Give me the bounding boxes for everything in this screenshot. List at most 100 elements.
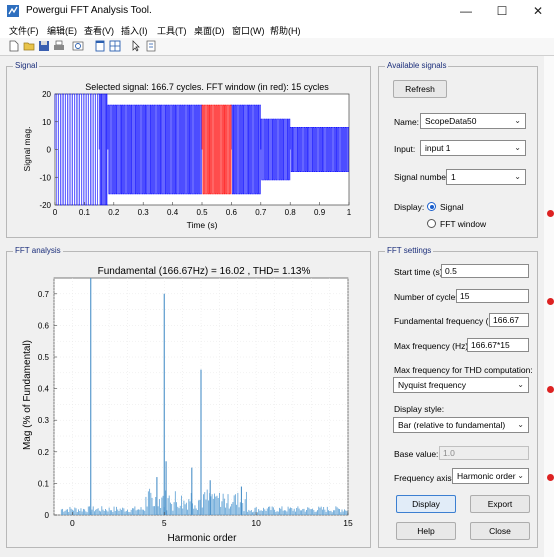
display-label: Display: bbox=[394, 202, 425, 212]
input-label: Input: bbox=[394, 144, 416, 154]
signal-panel: Signal Selected signal: 166.7 cycles. FF… bbox=[6, 61, 371, 238]
signal-plot: Selected signal: 166.7 cycles. FFT windo… bbox=[22, 82, 352, 230]
name-select[interactable]: ScopeData50 ⌄ bbox=[420, 113, 526, 129]
insert-legend-icon[interactable] bbox=[145, 40, 157, 52]
new-file-icon[interactable] bbox=[8, 40, 20, 52]
cycles-label: Number of cycles: bbox=[394, 292, 463, 302]
chevron-down-icon: ⌄ bbox=[514, 172, 521, 181]
title-bar: Powergui FFT Analysis Tool. — ☐ ✕ bbox=[0, 0, 554, 22]
thd-select[interactable]: Nyquist frequency ⌄ bbox=[393, 377, 529, 393]
pointer-icon[interactable] bbox=[130, 40, 142, 52]
help-button[interactable]: Help bbox=[396, 522, 456, 540]
fft-ytick-label: 0.2 bbox=[38, 448, 50, 457]
minimize-icon[interactable]: — bbox=[454, 3, 478, 19]
signal-xtick-label: 0.4 bbox=[167, 208, 179, 217]
display-style-select[interactable]: Bar (relative to fundamental) ⌄ bbox=[393, 417, 529, 433]
fft-ytick-label: 0.4 bbox=[38, 385, 50, 394]
signal-xtick-label: 0.1 bbox=[79, 208, 91, 217]
freq-axis-label: Frequency axis: bbox=[394, 473, 454, 483]
menu-edit[interactable]: 编辑(E) bbox=[47, 24, 77, 37]
dock-icon[interactable] bbox=[94, 40, 106, 52]
freq-axis-select[interactable]: Harmonic order ⌄ bbox=[452, 468, 529, 484]
cycles-input[interactable]: 15 bbox=[456, 289, 529, 303]
signal-xtick-label: 0.8 bbox=[285, 208, 297, 217]
signal-ytick-label: -10 bbox=[39, 173, 51, 182]
available-signals-title: Available signals bbox=[385, 61, 449, 70]
signal-ytick-label: 0 bbox=[47, 146, 52, 155]
signal-ytick-label: 10 bbox=[42, 118, 51, 127]
available-signals-panel: Available signals Refresh Name: ScopeDat… bbox=[378, 61, 538, 238]
background-window-edge bbox=[544, 56, 554, 557]
menu-help[interactable]: 帮助(H) bbox=[270, 24, 301, 37]
signal-plot-title: Selected signal: 166.7 cycles. FFT windo… bbox=[85, 82, 329, 92]
matlab-app-icon bbox=[7, 5, 19, 17]
signal-xtick-label: 0.2 bbox=[108, 208, 120, 217]
menu-view[interactable]: 查看(V) bbox=[84, 24, 114, 37]
input-select[interactable]: input 1 ⌄ bbox=[420, 140, 526, 156]
display-signal-radio[interactable] bbox=[427, 202, 436, 211]
menu-desktop[interactable]: 桌面(D) bbox=[194, 24, 225, 37]
fft-xlabel: Harmonic order bbox=[168, 533, 238, 544]
red-marker bbox=[547, 386, 554, 393]
name-label: Name: bbox=[394, 117, 420, 127]
signal-number-select[interactable]: 1 ⌄ bbox=[446, 169, 526, 185]
base-value-input: 1.0 bbox=[439, 446, 529, 460]
fft-xtick-label: 0 bbox=[70, 518, 75, 528]
signal-ytick-label: -20 bbox=[39, 201, 51, 210]
menu-window[interactable]: 窗口(W) bbox=[232, 24, 265, 37]
chevron-down-icon: ⌄ bbox=[517, 471, 524, 480]
save-icon[interactable] bbox=[38, 40, 50, 52]
red-marker bbox=[547, 210, 554, 217]
red-marker bbox=[547, 474, 554, 481]
fft-plot: Fundamental (166.67Hz) = 16.02 , THD= 1.… bbox=[22, 266, 353, 544]
signal-xtick-label: 0 bbox=[53, 208, 58, 217]
fund-freq-input[interactable]: 166.67 bbox=[489, 313, 529, 327]
signal-xtick-label: 0.5 bbox=[196, 208, 208, 217]
signal-series-blue bbox=[231, 104, 261, 195]
print-icon[interactable] bbox=[53, 40, 65, 52]
refresh-button[interactable]: Refresh bbox=[393, 80, 447, 98]
fft-ytick-label: 0.1 bbox=[38, 479, 50, 488]
fft-xtick-label: 5 bbox=[162, 518, 167, 528]
display-style-label: Display style: bbox=[394, 404, 445, 414]
menu-tools[interactable]: 工具(T) bbox=[157, 24, 187, 37]
maximize-icon[interactable]: ☐ bbox=[490, 3, 514, 19]
window-title: Powergui FFT Analysis Tool. bbox=[26, 5, 152, 16]
red-marker bbox=[547, 298, 554, 305]
signal-xlabel: Time (s) bbox=[187, 220, 218, 230]
fft-settings-panel: FFT settings Start time (s): 0.5 Number … bbox=[378, 246, 538, 548]
display-signal-label: Signal bbox=[440, 202, 464, 212]
display-fft-window-label: FFT window bbox=[440, 219, 487, 229]
fft-ytick-label: 0 bbox=[45, 511, 50, 520]
signal-number-value: 1 bbox=[451, 172, 456, 182]
toolbar bbox=[0, 38, 554, 56]
start-time-input[interactable]: 0.5 bbox=[441, 264, 529, 278]
fft-ytick-label: 0.3 bbox=[38, 416, 50, 425]
chevron-down-icon: ⌄ bbox=[517, 380, 524, 389]
thd-label: Max frequency for THD computation: bbox=[394, 365, 533, 375]
chevron-down-icon: ⌄ bbox=[514, 116, 521, 125]
max-freq-label: Max frequency (Hz): bbox=[394, 341, 471, 351]
layout-icon[interactable] bbox=[109, 40, 121, 52]
display-style-value: Bar (relative to fundamental) bbox=[398, 420, 506, 430]
menu-insert[interactable]: 插入(I) bbox=[121, 24, 148, 37]
fft-xtick-label: 15 bbox=[343, 518, 353, 528]
display-fft-window-radio[interactable] bbox=[427, 219, 436, 228]
close-button[interactable]: Close bbox=[470, 522, 530, 540]
signal-number-label: Signal number: bbox=[394, 172, 452, 182]
signal-xtick-label: 0.7 bbox=[255, 208, 267, 217]
signal-xtick-label: 1 bbox=[347, 208, 352, 217]
close-icon[interactable]: ✕ bbox=[526, 3, 550, 19]
menu-file[interactable]: 文件(F) bbox=[9, 24, 39, 37]
menu-bar: 文件(F) 编辑(E) 查看(V) 插入(I) 工具(T) 桌面(D) 窗口(W… bbox=[0, 22, 554, 38]
print-preview-icon[interactable] bbox=[72, 40, 84, 52]
signal-ytick-label: 20 bbox=[42, 90, 51, 99]
export-button[interactable]: Export bbox=[470, 495, 530, 513]
max-freq-input[interactable]: 166.67*15 bbox=[467, 338, 529, 352]
signal-ylabel: Signal mag. bbox=[22, 127, 32, 172]
fft-ytick-label: 0.6 bbox=[38, 321, 50, 330]
input-select-value: input 1 bbox=[425, 143, 451, 153]
fft-panel: FFT analysis Fundamental (166.67Hz) = 16… bbox=[6, 246, 371, 548]
display-button[interactable]: Display bbox=[396, 495, 456, 513]
open-folder-icon[interactable] bbox=[23, 40, 35, 52]
